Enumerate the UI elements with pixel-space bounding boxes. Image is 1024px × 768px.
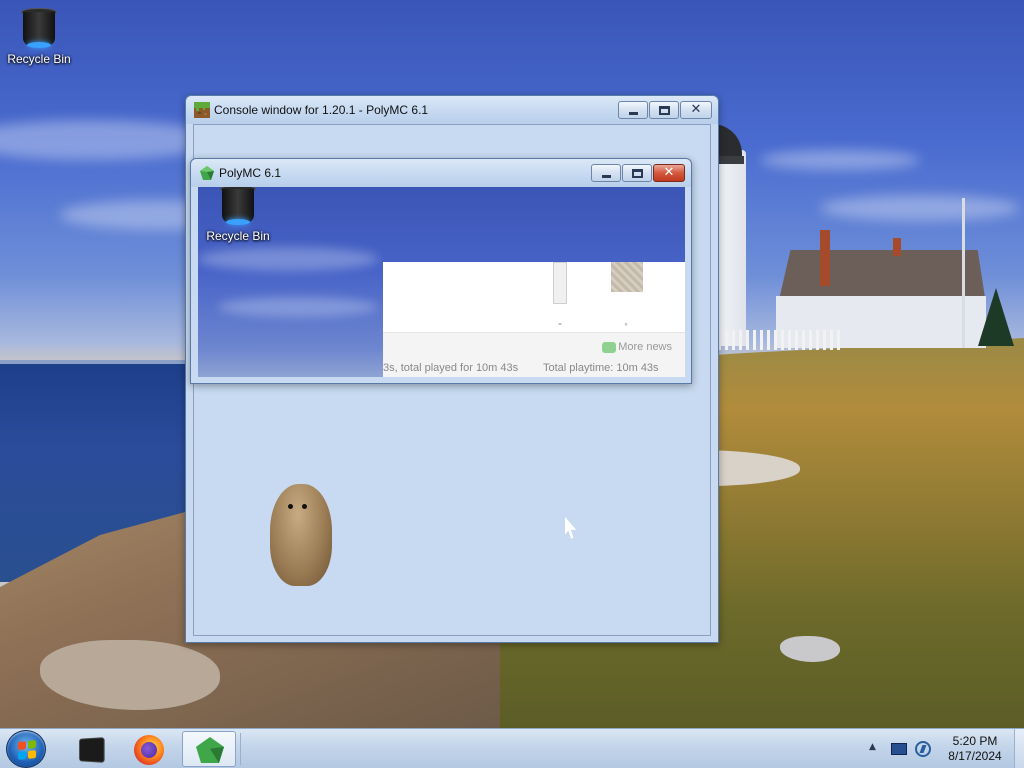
flag-pole (962, 198, 965, 348)
marmot-figure (270, 484, 332, 586)
close-button[interactable]: ✕ (680, 101, 712, 119)
maximize-button[interactable] (622, 164, 652, 182)
caption-buttons: ✕ (618, 101, 712, 119)
close-icon: ✕ (663, 165, 675, 180)
desktop-icon-recycle-bin[interactable]: Recycle Bin (1, 6, 77, 66)
polymc-icon (200, 166, 214, 180)
desktop-icon-label: Recycle Bin (206, 229, 270, 243)
more-news-label: More news (618, 341, 672, 353)
polymc-window[interactable]: PolyMC 6.1 ✕ Recycle Bin ⌄ ° More news 3… (190, 158, 692, 384)
taskbar-clock[interactable]: 5:20 PM 8/17/2024 (940, 734, 1010, 764)
more-news-button[interactable]: More news (602, 341, 672, 353)
recycle-bin-icon (21, 6, 57, 48)
taskbar-firefox-button[interactable] (122, 731, 176, 767)
taskbar-divider (240, 733, 241, 765)
minimize-icon (629, 112, 638, 115)
cloud (820, 195, 1020, 221)
taskbar: ▲ 5:20 PM 8/17/2024 (0, 728, 1024, 768)
action-center-icon[interactable] (891, 743, 907, 755)
news-dot: ° (624, 322, 628, 331)
maximize-button[interactable] (649, 101, 679, 119)
terminal-icon (79, 737, 105, 763)
news-panel: ⌄ ° More news (383, 262, 685, 377)
start-button[interactable] (6, 730, 46, 768)
minimize-button[interactable] (591, 164, 621, 182)
desktop-icon-label: Recycle Bin (7, 52, 71, 66)
cloud (760, 150, 920, 170)
recycle-bin-icon (220, 187, 256, 225)
show-desktop-button[interactable] (1014, 729, 1024, 768)
marmot-eye (288, 504, 293, 509)
cloud (218, 297, 378, 317)
news-thumbnail (611, 262, 643, 292)
taskbar-polymc-button[interactable] (182, 731, 236, 767)
polymc-window-titlebar[interactable]: PolyMC 6.1 ✕ (191, 159, 691, 187)
captured-desktop-icon-recycle-bin: Recycle Bin (200, 187, 276, 243)
close-icon: ✕ (690, 102, 702, 117)
minecraft-grass-block-icon (194, 102, 210, 118)
taskbar-terminal-button[interactable] (62, 731, 116, 767)
firefox-icon (134, 735, 164, 765)
show-hidden-icons-button[interactable]: ▲ (869, 742, 876, 752)
minimize-icon (602, 175, 611, 178)
network-icon[interactable] (915, 741, 931, 757)
windows-start-icon (18, 740, 36, 760)
polymc-window-client-area: Recycle Bin ⌄ ° More news 3s, total play… (198, 187, 685, 377)
clock-time: 5:20 PM (952, 734, 998, 748)
cloud (198, 247, 378, 271)
marmot-eye (302, 504, 307, 509)
clock-date: 8/17/2024 (948, 749, 1002, 763)
close-button[interactable]: ✕ (653, 164, 685, 182)
instance-playtime-status: 3s, total played for 10m 43s (383, 362, 519, 374)
window-title: Console window for 1.20.1 - PolyMC 6.1 (214, 103, 429, 117)
maximize-icon (632, 169, 643, 178)
chimney (893, 238, 901, 256)
news-scrollbar[interactable] (553, 262, 567, 304)
chimney (820, 230, 830, 286)
status-bar: 3s, total played for 10m 43s Total playt… (383, 361, 685, 377)
chevron-down-icon[interactable]: ⌄ (553, 318, 567, 327)
maximize-icon (659, 106, 670, 115)
caption-buttons: ✕ (591, 164, 685, 182)
window-title: PolyMC 6.1 (219, 166, 282, 180)
chat-bubble-icon (602, 341, 617, 353)
total-playtime-status: Total playtime: 10m 43s (543, 362, 659, 374)
console-window-titlebar[interactable]: Console window for 1.20.1 - PolyMC 6.1 ✕ (186, 96, 718, 124)
minimize-button[interactable] (618, 101, 648, 119)
